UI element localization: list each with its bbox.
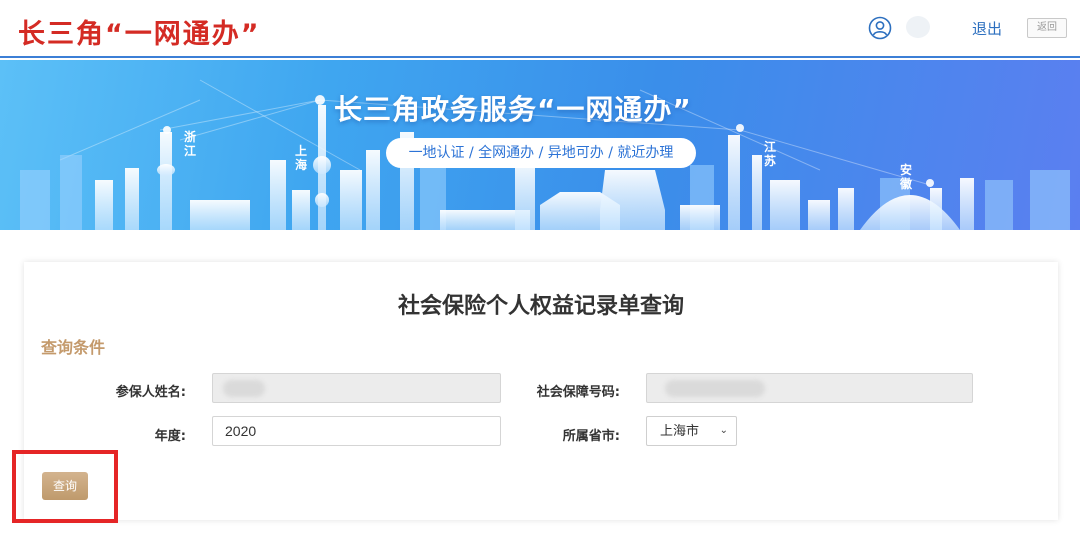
name-field[interactable]	[212, 373, 501, 403]
username-redacted	[906, 16, 930, 38]
top-header: 长三角“一网通办” 退出 返回	[0, 0, 1080, 58]
page-title: 社会保险个人权益记录单查询	[397, 294, 684, 319]
logout-link[interactable]: 退出	[972, 18, 1002, 39]
section-title-query-conditions: 查询条件	[41, 338, 106, 357]
back-button[interactable]: 返回	[1027, 18, 1067, 38]
year-input[interactable]: 2020	[212, 416, 501, 446]
province-select-value: 上海市	[660, 423, 700, 438]
query-form-card: 社会保险个人权益记录单查询 查询条件 参保人姓名: 社会保障号码: 年度: 20…	[24, 262, 1058, 520]
region-label-anhui: 安徽	[899, 163, 912, 191]
name-label: 参保人姓名:	[115, 385, 186, 400]
year-label: 年度:	[154, 429, 186, 444]
ssn-label: 社会保障号码:	[536, 385, 620, 400]
ssn-field[interactable]	[646, 373, 973, 403]
region-label-shanghai: 上海	[294, 144, 307, 172]
province-select[interactable]: 上海市 ⌄	[646, 416, 737, 446]
banner-subtitle: 一地认证 / 全网通办 / 异地可办 / 就近办理	[386, 138, 696, 168]
name-redacted	[223, 380, 265, 397]
region-label-jiangsu: 江苏	[763, 140, 776, 168]
highlight-annotation-box	[12, 450, 118, 523]
user-icon[interactable]	[868, 16, 892, 40]
ssn-redacted	[665, 380, 765, 397]
chevron-down-icon: ⌄	[719, 425, 728, 436]
banner-title: 长三角政务服务“一网通办”	[334, 93, 692, 126]
hero-banner: 浙江 上海 江苏 安徽 长三角政务服务“一网通办” 一地认证 / 全网通办 / …	[0, 60, 1080, 230]
province-label: 所属省市:	[562, 429, 620, 444]
site-logo[interactable]: 长三角“一网通办”	[18, 12, 261, 51]
region-label-zhejiang: 浙江	[183, 130, 196, 158]
